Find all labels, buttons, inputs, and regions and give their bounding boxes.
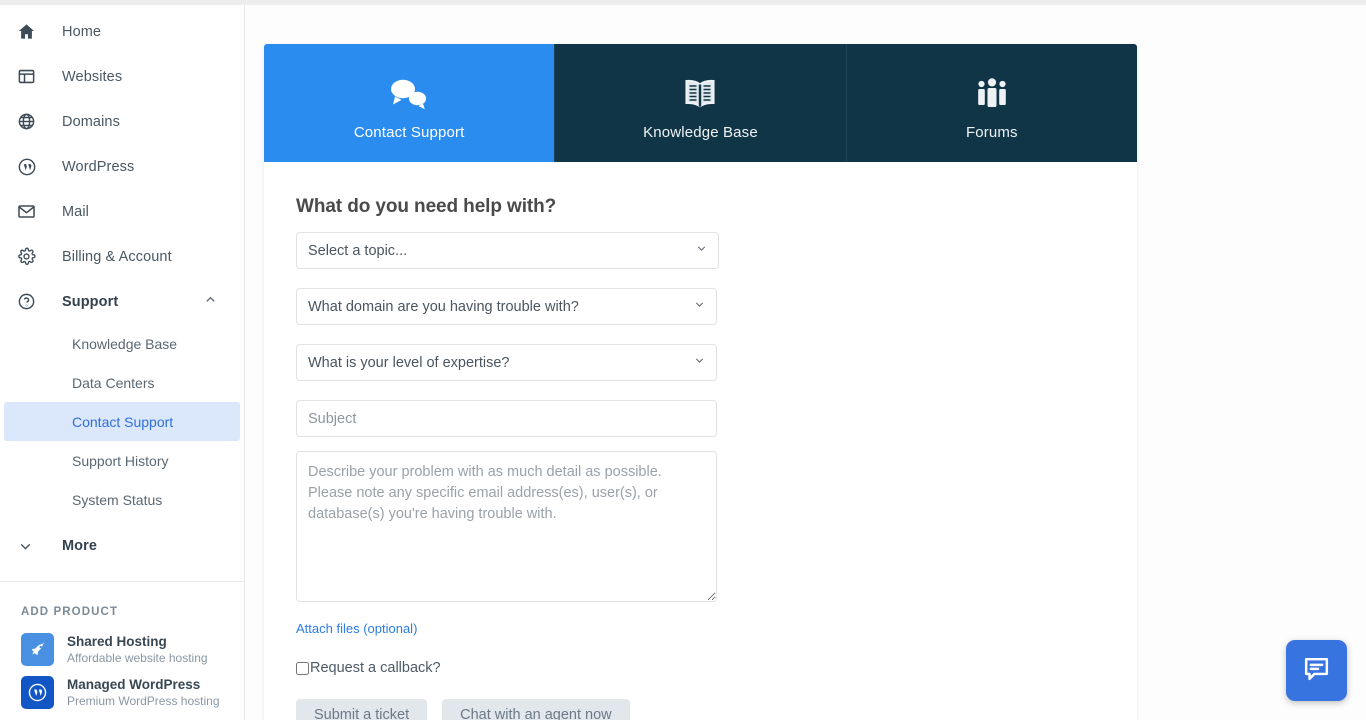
chevron-up-icon[interactable] <box>203 292 218 312</box>
tab-label: Forums <box>965 124 1018 141</box>
support-card: Contact Support Knowledge Base Forums Wh… <box>264 44 1137 720</box>
rocket-icon <box>21 633 54 666</box>
sidebar-item-label: Mail <box>62 203 89 220</box>
people-group-icon <box>971 65 1013 111</box>
sidebar-subitem-label: Contact Support <box>72 413 174 430</box>
sidebar-item-more[interactable]: More <box>0 523 244 569</box>
sidebar-item-billing-account[interactable]: Billing & Account <box>0 234 244 279</box>
open-book-icon <box>679 65 721 111</box>
product-subtitle: Affordable website hosting <box>67 651 208 665</box>
sidebar-item-domains[interactable]: Domains <box>0 99 244 144</box>
sidebar: Home Websites Domains WordPress Mail Bil… <box>0 5 245 720</box>
product-title: Managed WordPress <box>67 677 201 692</box>
support-form: What do you need help with? Select a top… <box>264 162 1137 720</box>
sidebar-item-home[interactable]: Home <box>0 9 244 54</box>
product-title: Shared Hosting <box>67 634 167 649</box>
product-shared-hosting[interactable]: Shared Hosting Affordable website hostin… <box>0 628 244 671</box>
sidebar-item-label: Billing & Account <box>62 248 172 265</box>
sidebar-nav: Home Websites Domains WordPress Mail Bil… <box>0 5 244 569</box>
globe-icon <box>17 111 43 133</box>
sidebar-item-label: Domains <box>62 113 120 130</box>
app-root: Home Websites Domains WordPress Mail Bil… <box>0 0 1366 720</box>
description-textarea[interactable] <box>296 451 717 602</box>
sidebar-subitem-knowledge-base[interactable]: Knowledge Base <box>4 324 240 363</box>
callback-row: Request a callback? <box>296 660 1137 676</box>
tab-knowledge-base[interactable]: Knowledge Base <box>554 44 846 162</box>
attach-files-link[interactable]: Attach files (optional) <box>296 621 417 636</box>
sidebar-subitem-label: System Status <box>72 491 163 508</box>
tab-forums[interactable]: Forums <box>845 44 1137 162</box>
websites-icon <box>17 66 43 88</box>
request-callback-checkbox[interactable] <box>296 661 309 675</box>
tab-contact-support[interactable]: Contact Support <box>264 44 555 162</box>
sidebar-item-label: More <box>62 538 98 554</box>
form-actions: Submit a ticket Chat with an agent now <box>296 699 1137 720</box>
product-subtitle: Premium WordPress hosting <box>67 694 220 708</box>
sidebar-item-mail[interactable]: Mail <box>0 189 244 234</box>
tab-label: Knowledge Base <box>643 124 758 141</box>
domain-select-wrapper: What domain are you having trouble with? <box>296 288 717 325</box>
chat-agent-button[interactable]: Chat with an agent now <box>442 699 630 720</box>
sidebar-subitem-label: Knowledge Base <box>72 335 178 352</box>
product-text: Managed WordPress Premium WordPress host… <box>67 676 220 709</box>
sidebar-subitem-system-status[interactable]: System Status <box>4 480 240 519</box>
chat-bubbles-icon <box>388 65 430 111</box>
chat-bubble-icon <box>1301 653 1332 689</box>
question-circle-icon <box>17 291 43 313</box>
topic-select[interactable]: Select a topic... <box>296 232 719 269</box>
sidebar-item-label: Support <box>62 293 119 310</box>
sidebar-item-websites[interactable]: Websites <box>0 54 244 99</box>
form-heading: What do you need help with? <box>296 196 557 217</box>
mail-icon <box>17 201 43 223</box>
sidebar-item-wordpress[interactable]: WordPress <box>0 144 244 189</box>
expertise-select[interactable]: What is your level of expertise? <box>296 344 717 381</box>
product-managed-wordpress[interactable]: Managed WordPress Premium WordPress host… <box>0 671 244 714</box>
add-product-heading: ADD PRODUCT <box>21 606 119 618</box>
sidebar-item-support[interactable]: Support <box>0 279 244 324</box>
product-text: Shared Hosting Affordable website hostin… <box>67 633 208 666</box>
wordpress-icon <box>21 676 54 709</box>
gear-icon <box>17 246 43 268</box>
sidebar-subitem-contact-support[interactable]: Contact Support <box>4 402 240 441</box>
expertise-select-wrapper: What is your level of expertise? <box>296 344 717 381</box>
request-callback-label[interactable]: Request a callback? <box>310 660 441 676</box>
tab-label: Contact Support <box>353 124 465 141</box>
support-tabs: Contact Support Knowledge Base Forums <box>264 44 1137 162</box>
chat-widget-button[interactable] <box>1286 640 1347 701</box>
domain-select[interactable]: What domain are you having trouble with? <box>296 288 717 325</box>
topic-select-wrapper: Select a topic... <box>296 232 719 269</box>
sidebar-item-label: Home <box>62 23 102 40</box>
sidebar-item-label: Websites <box>62 68 123 85</box>
wordpress-icon <box>17 156 43 178</box>
submit-ticket-button[interactable]: Submit a ticket <box>296 699 428 720</box>
sidebar-subitem-support-history[interactable]: Support History <box>4 441 240 480</box>
sidebar-subitem-label: Data Centers <box>72 374 155 391</box>
subject-input[interactable] <box>296 400 717 437</box>
chevron-down-icon <box>17 538 43 555</box>
sidebar-subitem-label: Support History <box>72 452 169 469</box>
sidebar-item-label: WordPress <box>62 158 135 175</box>
sidebar-subitem-data-centers[interactable]: Data Centers <box>4 363 240 402</box>
home-icon <box>17 21 43 43</box>
